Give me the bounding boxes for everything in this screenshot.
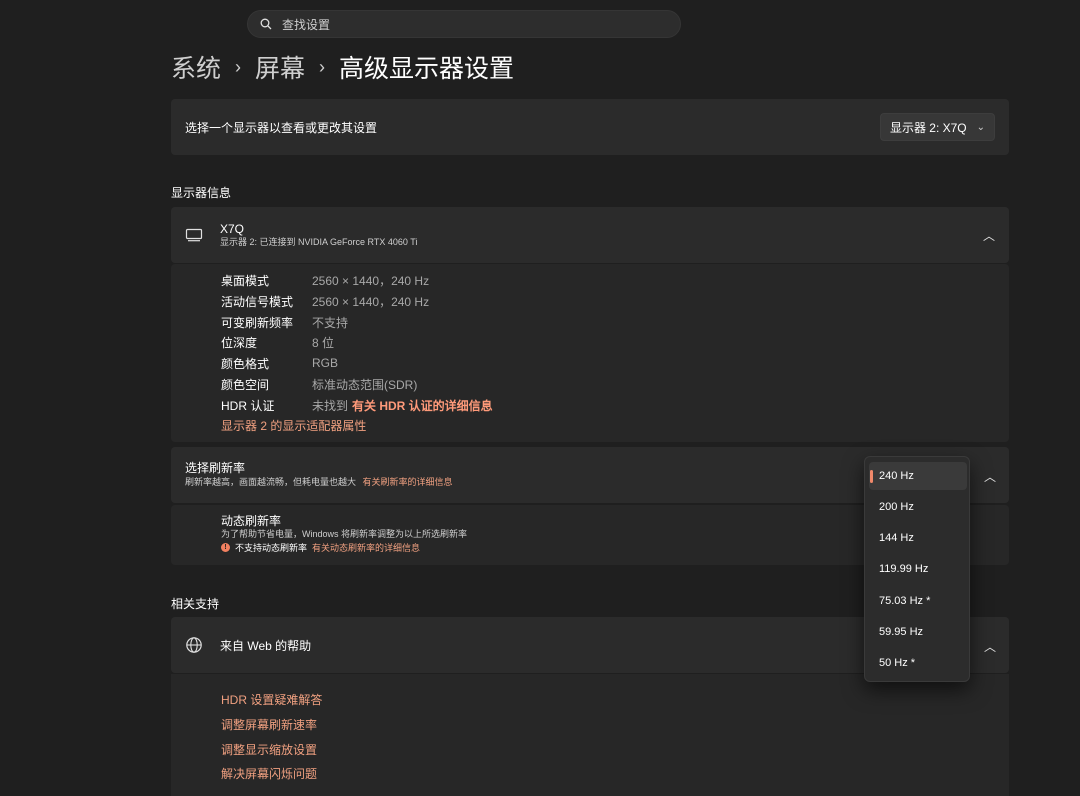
info-key: 活动信号模式 xyxy=(221,294,294,309)
info-value: RGB xyxy=(312,356,339,370)
info-row: 颜色空间 标准动态范围(SDR) xyxy=(221,374,417,394)
settings-page: 查找设置 系统 › 屏幕 › 高级显示器设置 选择一个显示器以查看或更改其设置 … xyxy=(0,0,1080,796)
search-input[interactable]: 查找设置 xyxy=(282,16,330,33)
info-key: 颜色空间 xyxy=(221,377,270,392)
info-value: 未找到 xyxy=(312,398,349,413)
info-row: 桌面模式 2560 × 1440，240 Hz xyxy=(221,270,429,290)
display-info-heading: 显示器信息 xyxy=(171,186,232,200)
info-value: 8 位 xyxy=(312,335,335,350)
info-value: 不支持 xyxy=(312,315,349,330)
web-help-links: HDR 设置疑难解答 调整屏幕刷新速率 调整显示缩放设置 解决屏幕闪烁问题 xyxy=(171,674,1009,796)
info-value: 标准动态范围(SDR) xyxy=(312,377,418,392)
info-row: HDR 认证 未找到 有关 HDR 认证的详细信息 xyxy=(221,395,493,415)
search-box[interactable]: 查找设置 xyxy=(247,10,681,38)
info-row: 可变刷新频率 不支持 xyxy=(221,312,348,332)
breadcrumb-separator: › xyxy=(319,56,326,77)
search-icon xyxy=(260,18,272,30)
display-name: X7Q xyxy=(220,222,245,236)
info-value: 2560 × 1440，240 Hz xyxy=(312,273,430,288)
chevron-up-icon[interactable]: ︿ xyxy=(984,638,996,655)
display-info-header[interactable]: X7Q 显示器 2: 已连接到 NVIDIA GeForce RTX 4060 … xyxy=(171,207,1009,263)
globe-icon xyxy=(185,636,207,654)
monitor-icon xyxy=(185,228,205,242)
breadcrumb-system[interactable]: 系统 xyxy=(171,49,221,85)
info-key: HDR 认证 xyxy=(221,398,275,413)
info-row: 活动信号模式 2560 × 1440，240 Hz xyxy=(221,291,429,311)
chevron-up-icon[interactable]: ︿ xyxy=(983,227,995,244)
refresh-rate-flyout: 240 Hz 200 Hz 144 Hz 119.99 Hz 75.03 Hz … xyxy=(864,456,970,682)
refresh-rate-subtitle: 刷新率越高，画面越流畅，但耗电量也越大 xyxy=(185,477,357,487)
info-key: 可变刷新频率 xyxy=(221,315,294,330)
page-title: 高级显示器设置 xyxy=(339,55,515,83)
refresh-option[interactable]: 75.03 Hz * xyxy=(869,587,967,615)
display-info-details: 桌面模式 2560 × 1440，240 Hz 活动信号模式 2560 × 14… xyxy=(171,264,1009,442)
breadcrumb-display[interactable]: 屏幕 xyxy=(255,49,305,85)
dynamic-refresh-warning: 不支持动态刷新率 xyxy=(235,543,308,553)
refresh-option[interactable]: 144 Hz xyxy=(869,524,967,552)
dynamic-refresh-link[interactable]: 有关动态刷新率的详细信息 xyxy=(312,541,420,554)
refresh-option[interactable]: 200 Hz xyxy=(869,493,967,521)
help-link-flicker[interactable]: 解决屏幕闪烁问题 xyxy=(221,765,317,782)
warning-icon: ! xyxy=(221,543,230,552)
info-key: 桌面模式 xyxy=(221,273,270,288)
display-dropdown[interactable]: 显示器 2: X7Q ⌄ xyxy=(880,113,995,141)
display-subtitle: 显示器 2: 已连接到 NVIDIA GeForce RTX 4060 Ti xyxy=(220,237,418,247)
select-display-label: 选择一个显示器以查看或更改其设置 xyxy=(185,120,378,135)
info-row: 颜色格式 RGB xyxy=(221,353,338,373)
adapter-properties-link[interactable]: 显示器 2 的显示适配器属性 xyxy=(221,417,366,434)
refresh-option[interactable]: 59.95 Hz xyxy=(869,618,967,646)
chevron-up-icon[interactable]: ︿ xyxy=(984,468,996,485)
chevron-down-icon: ⌄ xyxy=(976,121,986,133)
breadcrumb: 系统 › 屏幕 › 高级显示器设置 xyxy=(171,50,514,84)
select-display-card: 选择一个显示器以查看或更改其设置 显示器 2: X7Q ⌄ xyxy=(171,99,1009,155)
info-key: 位深度 xyxy=(221,335,258,350)
refresh-rate-link[interactable]: 有关刷新率的详细信息 xyxy=(363,477,453,487)
refresh-rate-title: 选择刷新率 xyxy=(185,461,246,475)
help-link-refresh[interactable]: 调整屏幕刷新速率 xyxy=(221,716,317,733)
info-row: 位深度 8 位 xyxy=(221,332,334,352)
breadcrumb-separator: › xyxy=(235,56,242,77)
hdr-certification-link[interactable]: 有关 HDR 认证的详细信息 xyxy=(352,397,493,414)
related-support-heading: 相关支持 xyxy=(171,597,220,611)
info-key: 颜色格式 xyxy=(221,356,270,371)
help-link-hdr[interactable]: HDR 设置疑难解答 xyxy=(221,691,322,708)
refresh-option[interactable]: 50 Hz * xyxy=(869,649,967,677)
info-value: 2560 × 1440，240 Hz xyxy=(312,294,430,309)
display-dropdown-value: 显示器 2: X7Q xyxy=(889,120,967,135)
refresh-option[interactable]: 240 Hz xyxy=(869,462,967,490)
help-link-scaling[interactable]: 调整显示缩放设置 xyxy=(221,741,317,758)
refresh-option[interactable]: 119.99 Hz xyxy=(869,555,967,583)
